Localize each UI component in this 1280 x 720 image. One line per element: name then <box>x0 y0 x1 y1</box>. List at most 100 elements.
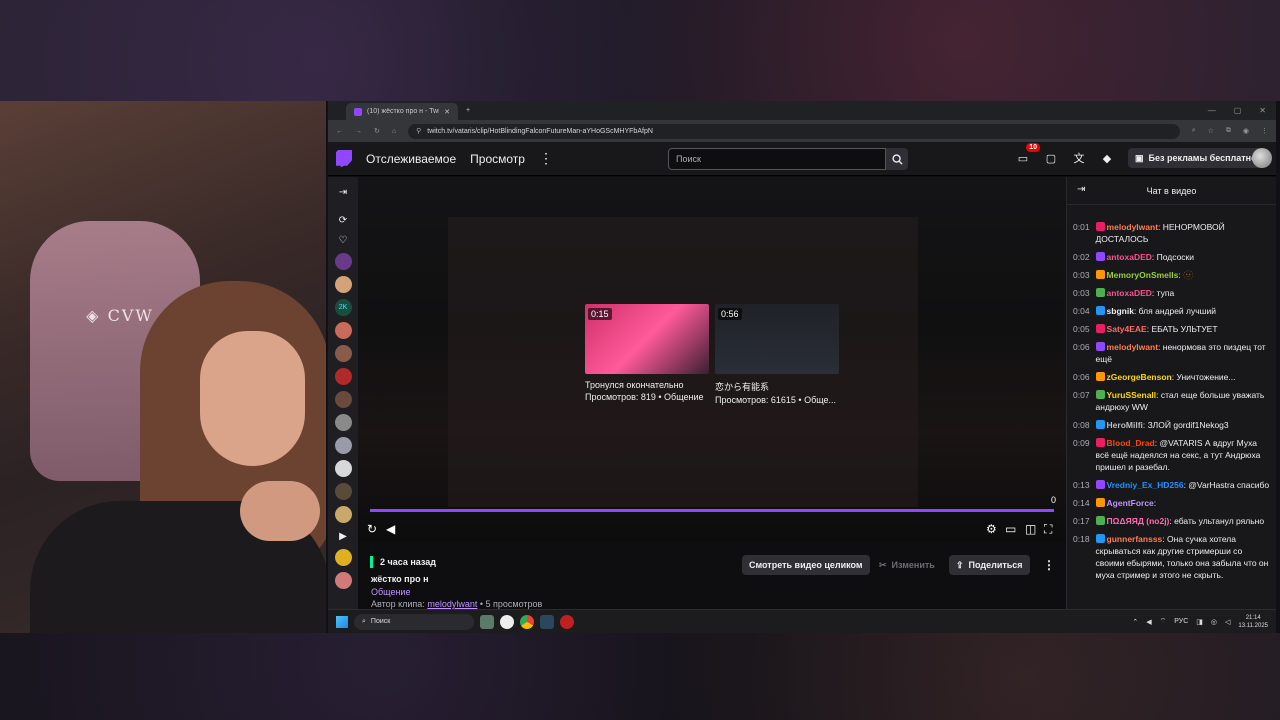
settings-gear-icon[interactable]: ⚙ <box>986 522 997 536</box>
chat-timestamp[interactable]: 0:08 <box>1073 419 1090 431</box>
chat-badge-icon[interactable] <box>1095 438 1105 447</box>
collapse-chat-icon[interactable]: ⇥ <box>1077 184 1085 195</box>
user-avatar[interactable] <box>1252 148 1272 168</box>
new-tab-icon[interactable]: + <box>466 107 470 114</box>
chat-username[interactable]: ΠΩΔЯЯД (no2j) <box>1107 516 1170 526</box>
chat-timestamp[interactable]: 0:01 <box>1073 221 1090 245</box>
channel-avatar[interactable] <box>334 414 352 431</box>
channel-avatar[interactable] <box>334 437 352 454</box>
taskbar-app-icon[interactable] <box>480 614 494 629</box>
edit-button[interactable]: ✂ Изменить <box>872 555 942 575</box>
author-link[interactable]: melodylwant <box>427 599 477 609</box>
sidebar-toggle-icon[interactable]: ◫ <box>1025 522 1036 536</box>
taskbar-search[interactable]: ⌕ Поиск <box>354 613 474 630</box>
url-field[interactable]: ⚲ twitch.tv/vataris/clip/HotBlindingFalc… <box>408 123 1180 139</box>
chat-badge-icon[interactable] <box>1095 288 1105 297</box>
more-menu-icon[interactable]: ⋮ <box>539 150 553 167</box>
share-button[interactable]: ⇪ Поделиться <box>949 555 1030 575</box>
fullscreen-icon[interactable]: ⛶ <box>1044 522 1052 537</box>
channel-avatar[interactable] <box>334 253 352 270</box>
expand-sidebar-icon[interactable]: ⇥ <box>336 185 350 199</box>
profile-icon[interactable]: ◉ <box>1243 127 1249 135</box>
windows-start-icon[interactable] <box>336 615 348 628</box>
recommended-clip[interactable]: 0:56 恋から有能系 Просмотров: 61615 • Обще... <box>715 304 839 405</box>
channel-avatar[interactable] <box>334 345 352 362</box>
chat-timestamp[interactable]: 0:03 <box>1073 269 1090 281</box>
close-window-icon[interactable]: ✕ <box>1259 106 1266 115</box>
taskbar-app-icon[interactable] <box>560 614 574 629</box>
chat-username[interactable]: Vredniy_Ex_HD256 <box>1107 480 1184 490</box>
chat-timestamp[interactable]: 0:06 <box>1073 371 1090 383</box>
chat-timestamp[interactable]: 0:18 <box>1073 533 1090 581</box>
nav-following[interactable]: Отслеживаемое <box>366 152 456 166</box>
channel-avatar[interactable] <box>334 368 352 385</box>
chat-timestamp[interactable]: 0:17 <box>1073 515 1090 527</box>
chat-username[interactable]: AgentForce <box>1107 498 1154 508</box>
chat-username[interactable]: zGeorgeBenson <box>1107 372 1172 382</box>
channel-avatar[interactable] <box>334 483 352 500</box>
browser-tab[interactable]: (10) жёстко про н - Twitch ✕ <box>346 103 458 120</box>
chat-badge-icon[interactable] <box>1095 480 1105 489</box>
prime-crown-icon[interactable]: ◆ <box>1100 151 1114 165</box>
nav-browse[interactable]: Просмотр <box>470 152 525 166</box>
chat-timestamp[interactable]: 0:03 <box>1073 287 1090 299</box>
channel-avatar[interactable] <box>334 549 352 566</box>
notifications-icon[interactable]: ▭ 10 <box>1016 143 1040 165</box>
chat-username[interactable]: gunnerfansss <box>1107 534 1163 544</box>
chat-timestamp[interactable]: 0:13 <box>1073 479 1090 491</box>
search-button[interactable] <box>886 148 908 170</box>
channel-avatar[interactable] <box>334 506 352 523</box>
reload-icon[interactable]: ↻ <box>374 127 380 135</box>
chat-username[interactable]: melodylwant <box>1107 342 1158 352</box>
channel-avatar[interactable] <box>334 391 352 408</box>
chat-badge-icon[interactable] <box>1095 342 1105 351</box>
more-options-icon[interactable]: ⋮ <box>1036 555 1062 575</box>
chat-badge-icon[interactable] <box>1095 324 1105 333</box>
clip-category[interactable]: Общение <box>371 587 410 597</box>
volume-icon[interactable]: ◁ <box>1225 618 1230 626</box>
chat-username[interactable]: Saty4EAE <box>1107 324 1147 334</box>
minimize-icon[interactable]: — <box>1208 106 1216 115</box>
chat-timestamp[interactable]: 0:02 <box>1073 251 1090 263</box>
chat-username[interactable]: HeroMilfi <box>1107 420 1143 430</box>
tray-icon[interactable]: ◨ <box>1196 618 1203 626</box>
chat-badge-icon[interactable] <box>1095 372 1105 381</box>
channel-avatar[interactable] <box>334 276 352 293</box>
chat-badge-icon[interactable] <box>1095 498 1105 507</box>
chat-badge-icon[interactable] <box>1095 270 1105 279</box>
translate-icon[interactable]: 文 <box>1072 151 1086 165</box>
chat-badge-icon[interactable] <box>1095 390 1105 399</box>
chat-username[interactable]: Blood_Drad <box>1107 438 1155 448</box>
replay-icon[interactable]: ↻ <box>367 522 377 536</box>
extensions-icon[interactable]: ⧉ <box>1226 127 1231 135</box>
chat-badge-icon[interactable] <box>1095 252 1105 261</box>
zoom-icon[interactable]: ⌕ <box>1192 127 1196 135</box>
chat-username[interactable]: YuruSSenall <box>1107 390 1157 400</box>
chat-timestamp[interactable]: 0:14 <box>1073 497 1090 509</box>
twitch-logo-icon[interactable] <box>336 149 352 168</box>
tray-icon[interactable]: ◎ <box>1211 618 1217 626</box>
tray-chevron-icon[interactable]: ⌃ <box>1132 618 1138 626</box>
chat-badge-icon[interactable] <box>1095 306 1105 315</box>
channel-avatar[interactable]: 2K <box>334 299 352 316</box>
site-info-icon[interactable]: ⚲ <box>416 127 421 135</box>
input-language[interactable]: РУС <box>1174 618 1188 625</box>
chat-timestamp[interactable]: 0:06 <box>1073 341 1090 365</box>
chat-username[interactable]: antoxaDED <box>1107 288 1152 298</box>
video-player[interactable]: 0:15 Тронулся окончательно Просмотров: 8… <box>358 177 1066 542</box>
chat-timestamp[interactable]: 0:07 <box>1073 389 1090 413</box>
bookmark-star-icon[interactable]: ☆ <box>1208 127 1214 135</box>
chat-badge-icon[interactable] <box>1095 516 1105 525</box>
yandex-browser-icon[interactable] <box>500 614 514 629</box>
progress-bar[interactable] <box>370 509 1054 512</box>
theatre-mode-icon[interactable]: ▭ <box>1005 522 1016 536</box>
chat-badge-icon[interactable] <box>1095 222 1105 231</box>
clock[interactable]: 21:14 13.11.2025 <box>1238 614 1268 630</box>
back-icon[interactable]: ← <box>336 128 343 135</box>
chat-timestamp[interactable]: 0:04 <box>1073 305 1090 317</box>
whispers-icon[interactable]: ▢ <box>1044 151 1058 165</box>
chat-timestamp[interactable]: 0:09 <box>1073 437 1090 473</box>
chat-badge-icon[interactable] <box>1095 420 1105 429</box>
close-tab-icon[interactable]: ✕ <box>444 108 450 116</box>
chat-username[interactable]: melodylwant <box>1107 222 1158 232</box>
